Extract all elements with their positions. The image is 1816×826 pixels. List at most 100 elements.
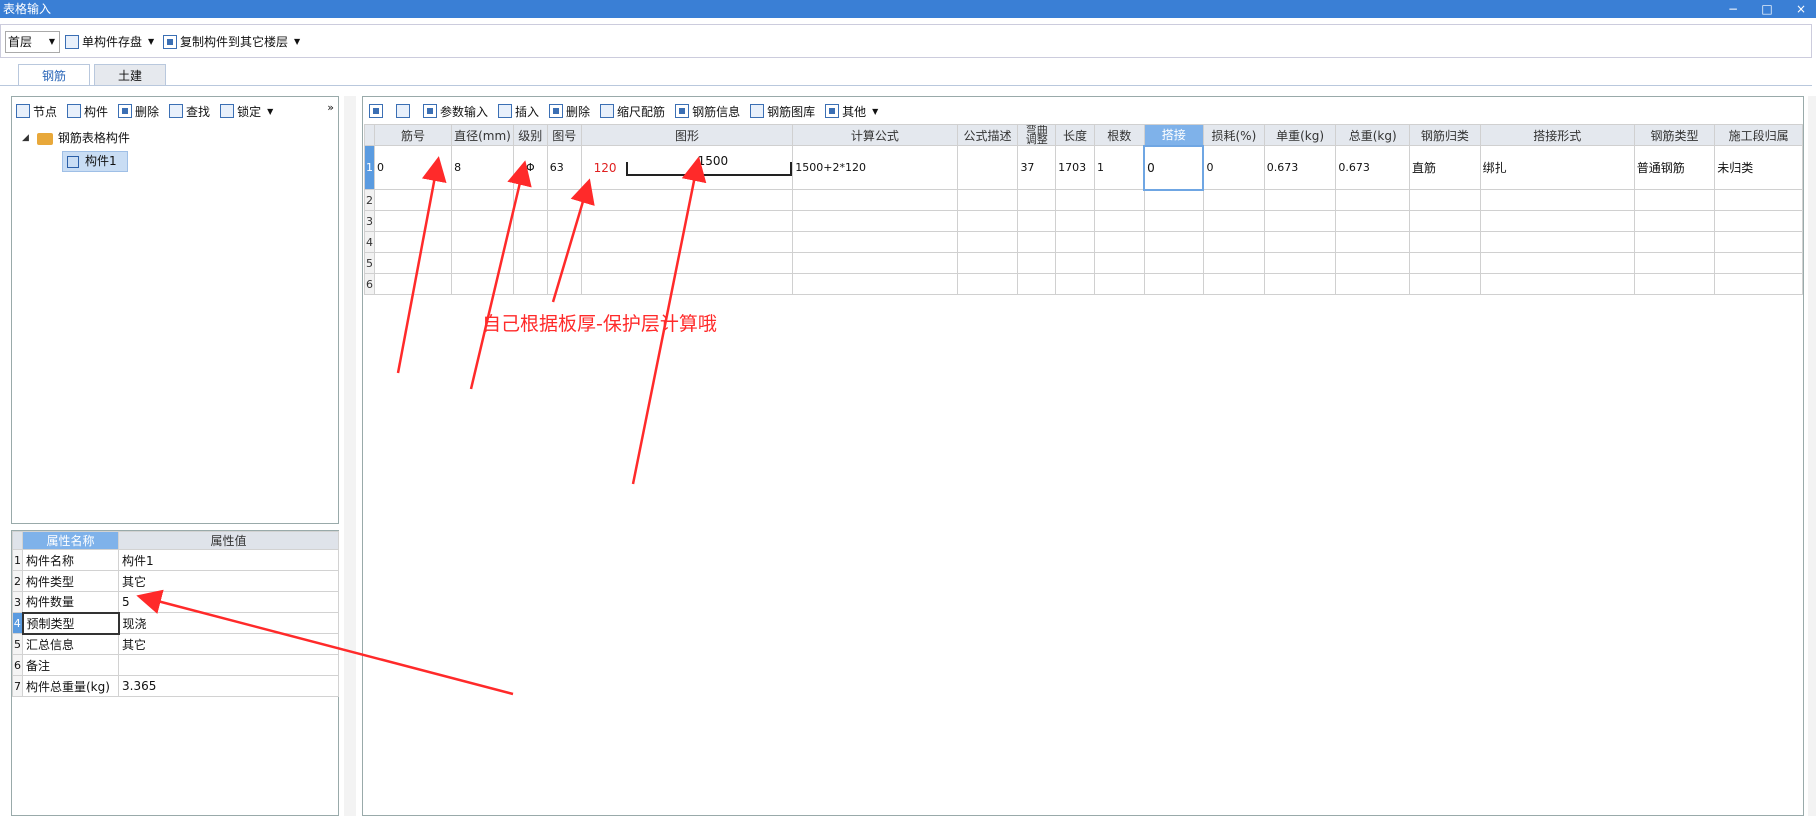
cell-length[interactable]: 1703 xyxy=(1055,145,1095,190)
table-row[interactable]: 5 xyxy=(364,252,1803,274)
prop-value[interactable]: 5 xyxy=(118,591,339,613)
prop-row[interactable]: 5 汇总信息 其它 xyxy=(12,633,339,655)
save-single-button[interactable]: 单构件存盘 ▼ xyxy=(65,31,154,53)
add-component-button[interactable]: 构件 xyxy=(67,103,108,120)
cell-lap[interactable]: 0 xyxy=(1143,144,1205,191)
prop-row-number: 7 xyxy=(12,675,23,697)
cell-category[interactable]: 直筋 xyxy=(1409,145,1481,190)
copy-to-floor-button[interactable]: 复制构件到其它楼层 ▼ xyxy=(163,31,300,53)
col-header[interactable]: 钢筋归类 xyxy=(1409,124,1481,146)
tree-root[interactable]: ◢ 钢筋表格构件 xyxy=(22,127,130,150)
cell-loss[interactable]: 0 xyxy=(1202,145,1265,190)
scale-rebar-button[interactable]: 缩尺配筋 xyxy=(600,103,665,120)
info-icon xyxy=(675,104,690,118)
add-node-button[interactable]: 节点 xyxy=(16,103,57,120)
floor-select[interactable]: 首层 ▼ xyxy=(5,31,60,53)
cell-formula[interactable]: 1500+2*120 xyxy=(792,145,958,190)
col-header[interactable]: 施工段归属 xyxy=(1714,124,1803,146)
delete-row-label: 删除 xyxy=(566,104,591,119)
row-number: 3 xyxy=(364,210,375,232)
tab-civil[interactable]: 土建 xyxy=(94,64,166,86)
cell-lap-type[interactable]: 绑扎 xyxy=(1479,145,1635,190)
chevron-down-icon: ▼ xyxy=(148,37,155,46)
col-header[interactable]: 级别 xyxy=(512,124,548,146)
rebar-info-button[interactable]: 钢筋信息 xyxy=(675,103,740,120)
maximize-icon[interactable]: □ xyxy=(1760,0,1774,18)
rebar-library-button[interactable]: 钢筋图库 xyxy=(750,103,815,120)
cell-shape[interactable]: 120 1500 xyxy=(580,145,794,190)
lock-button[interactable]: 锁定 ▼ xyxy=(220,103,273,120)
insert-button[interactable]: 插入 xyxy=(498,103,539,120)
prop-row[interactable]: 2 构件类型 其它 xyxy=(12,570,339,592)
table-row[interactable]: 3 xyxy=(364,210,1803,232)
cell-rebar-type[interactable]: 普通钢筋 xyxy=(1633,145,1716,190)
col-header[interactable]: 搭接 xyxy=(1143,124,1204,146)
chevron-down-icon: ▼ xyxy=(294,37,301,46)
prop-value[interactable]: 现浇 xyxy=(118,612,339,634)
col-header[interactable]: 长度 xyxy=(1055,124,1095,146)
prop-value[interactable]: 构件1 xyxy=(118,549,339,571)
delete-component-button[interactable]: 删除 xyxy=(118,103,159,120)
table-row[interactable]: 6 xyxy=(364,273,1803,295)
collapse-icon[interactable]: » xyxy=(327,101,334,114)
cell-diameter[interactable]: 8 xyxy=(451,145,514,190)
save-single-label: 单构件存盘 xyxy=(82,35,143,49)
col-header[interactable]: 单重(kg) xyxy=(1263,124,1337,146)
scale-icon xyxy=(600,104,615,118)
col-header[interactable]: 直径(mm) xyxy=(451,124,514,146)
prop-value[interactable]: 其它 xyxy=(118,570,339,592)
table-row[interactable]: 1 0 8 Φ 63 120 1500 1500+2*120 37 1703 1… xyxy=(364,144,1803,191)
col-header[interactable]: 钢筋类型 xyxy=(1633,124,1716,146)
prop-row-number: 5 xyxy=(12,633,23,655)
prop-name: 备注 xyxy=(22,654,119,676)
col-header[interactable]: 计算公式 xyxy=(792,124,958,146)
expand-icon[interactable]: ◢ xyxy=(22,127,29,150)
prop-value[interactable]: 其它 xyxy=(118,633,339,655)
cell-bar-no[interactable]: 0 xyxy=(373,145,453,190)
col-header[interactable]: 图号 xyxy=(546,124,582,146)
tab-rebar[interactable]: 钢筋 xyxy=(18,64,90,86)
col-header[interactable]: 损耗(%) xyxy=(1202,124,1265,146)
prop-row[interactable]: 1 构件名称 构件1 xyxy=(12,549,339,571)
row-number: 5 xyxy=(364,252,375,274)
col-header[interactable]: 图形 xyxy=(580,124,794,146)
copy-to-floor-label: 复制构件到其它楼层 xyxy=(180,35,289,49)
other-button[interactable]: 其他 ▼ xyxy=(825,103,878,120)
close-icon[interactable]: × xyxy=(1794,0,1808,18)
minimize-icon[interactable]: − xyxy=(1726,0,1740,18)
prop-row[interactable]: 3 构件数量 5 xyxy=(12,591,339,613)
col-header[interactable]: 搭接形式 xyxy=(1479,124,1635,146)
prop-value[interactable] xyxy=(118,654,339,676)
cell-formula-desc[interactable] xyxy=(956,145,1019,190)
splitter[interactable] xyxy=(344,96,356,816)
prop-row[interactable]: 6 备注 xyxy=(12,654,339,676)
col-header[interactable]: 总重(kg) xyxy=(1335,124,1411,146)
col-header[interactable]: 根数 xyxy=(1093,124,1145,146)
col-header[interactable]: 公式描述 xyxy=(956,124,1019,146)
move-down-button[interactable] xyxy=(396,104,413,118)
props-header-value: 属性值 xyxy=(118,531,339,550)
param-input-button[interactable]: 参数输入 xyxy=(423,103,488,120)
cell-total-weight[interactable]: 0.673 xyxy=(1335,145,1411,190)
col-header[interactable]: 筋号 xyxy=(373,124,453,146)
cell-grade[interactable]: Φ xyxy=(512,145,548,190)
cell-unit-weight[interactable]: 0.673 xyxy=(1263,145,1337,190)
cell-figure-no[interactable]: 63 xyxy=(546,145,582,190)
table-row[interactable]: 2 xyxy=(364,189,1803,211)
vertical-scrollbar[interactable] xyxy=(1808,96,1816,816)
prop-row[interactable]: 7 构件总重量(kg) 3.365 xyxy=(12,675,339,697)
move-up-button[interactable] xyxy=(369,104,386,118)
component-node-icon xyxy=(67,155,79,168)
find-button[interactable]: 查找 xyxy=(169,103,210,120)
properties-panel: 属性名称 属性值 1 构件名称 构件1 2 构件类型 其它 3 构件数量 5 4… xyxy=(11,530,339,816)
prop-row[interactable]: 4 预制类型 现浇 xyxy=(12,611,339,635)
cell-bend[interactable]: 37 xyxy=(1017,145,1057,190)
prop-value[interactable]: 3.365 xyxy=(118,675,339,697)
cell-count[interactable]: 1 xyxy=(1093,145,1145,190)
cell-segment[interactable]: 未归类 xyxy=(1714,145,1803,190)
table-row[interactable]: 4 xyxy=(364,231,1803,253)
col-header[interactable]: 弯曲调整 xyxy=(1017,124,1057,146)
tree-node[interactable]: 构件1 xyxy=(22,150,130,173)
delete-row-button[interactable]: 删除 xyxy=(549,103,590,120)
grid-toolbar: 参数输入 插入 删除 缩尺配筋 钢筋信息 钢筋图库 其他 ▼ xyxy=(369,100,878,122)
